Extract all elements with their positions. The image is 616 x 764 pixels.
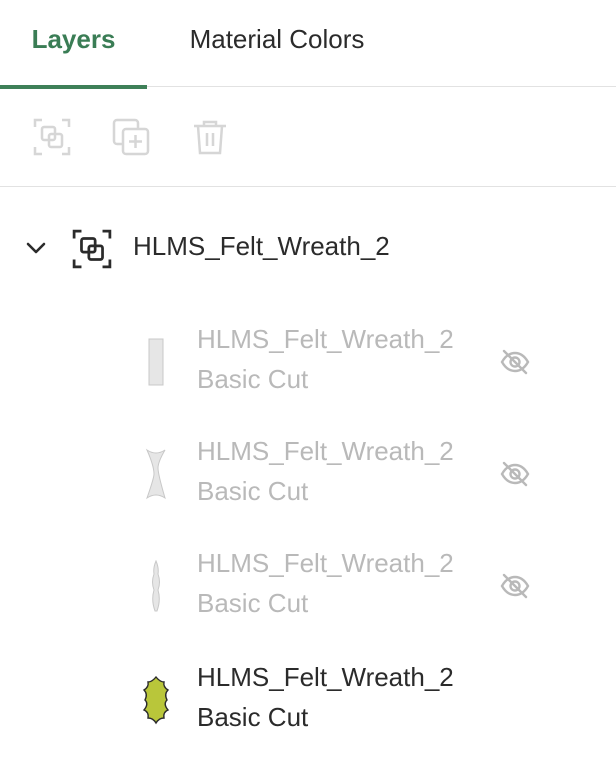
bowtie-shape-icon: [145, 448, 166, 500]
layer-item[interactable]: HLMS_Felt_Wreath_2 Basic Cut: [0, 312, 616, 412]
eye-off-icon[interactable]: [499, 346, 531, 378]
layer-name: HLMS_Felt_Wreath_2: [197, 548, 454, 578]
layer-name: HLMS_Felt_Wreath_2: [197, 324, 454, 354]
tab-material-colors-label: Material Colors: [189, 24, 365, 54]
chevron-down-icon[interactable]: [22, 234, 50, 262]
layers-toolbar: [0, 87, 616, 187]
stem-shape-icon: [152, 560, 160, 612]
layer-name: HLMS_Felt_Wreath_2: [197, 436, 454, 466]
trash-icon: [194, 120, 226, 155]
tab-layers-label: Layers: [31, 24, 116, 54]
eye-off-icon[interactable]: [499, 570, 531, 602]
layer-type: Basic Cut: [197, 702, 309, 732]
duplicate-button[interactable]: [111, 117, 151, 157]
group-icon: [33, 118, 71, 156]
group-name: HLMS_Felt_Wreath_2: [133, 231, 390, 261]
layer-name: HLMS_Felt_Wreath_2: [197, 662, 454, 692]
tab-layers[interactable]: Layers: [0, 0, 147, 89]
layer-item[interactable]: HLMS_Felt_Wreath_2 Basic Cut: [0, 424, 616, 524]
group-button[interactable]: [32, 117, 72, 157]
layer-type: Basic Cut: [197, 588, 309, 618]
layer-thumbnail: [138, 424, 174, 524]
layer-type: Basic Cut: [197, 364, 309, 394]
layer-group-row[interactable]: HLMS_Felt_Wreath_2: [0, 215, 616, 281]
delete-button[interactable]: [190, 117, 230, 157]
layer-thumbnail: [138, 312, 174, 412]
layer-thumbnail: [138, 536, 174, 636]
layer-item[interactable]: HLMS_Felt_Wreath_2 Basic Cut: [0, 536, 616, 636]
rectangle-shape-icon: [148, 338, 164, 386]
holly-leaf-icon: [142, 675, 170, 725]
tab-material-colors[interactable]: Material Colors: [162, 0, 392, 87]
layer-item[interactable]: HLMS_Felt_Wreath_2 Basic Cut: [0, 650, 616, 750]
panel-tabs: Layers Material Colors: [0, 0, 616, 89]
group-icon: [72, 229, 112, 269]
eye-off-icon[interactable]: [499, 458, 531, 490]
layers-panel: Layers Material Colors HLMS_Felt_Wreath_…: [0, 0, 616, 764]
duplicate-icon: [112, 118, 150, 156]
layer-type: Basic Cut: [197, 476, 309, 506]
layer-thumbnail: [138, 650, 174, 750]
